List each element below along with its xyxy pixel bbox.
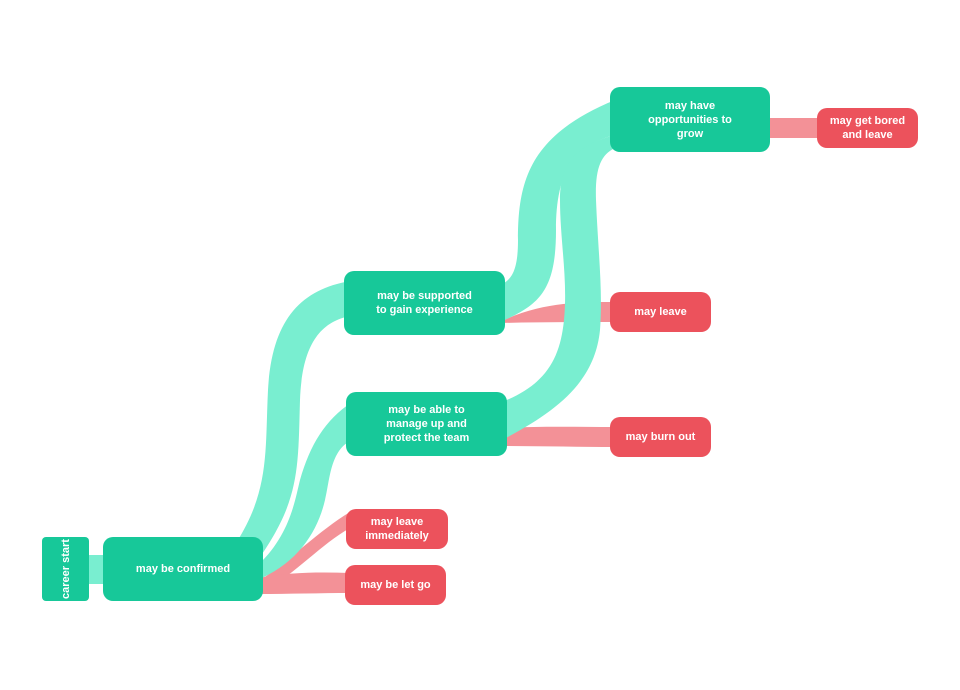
- node-label: may have opportunities to grow: [648, 99, 732, 140]
- node-career-start: career start: [42, 537, 89, 601]
- node-may-leave-immediately: may leave immediately: [346, 509, 448, 549]
- node-may-manage-up: may be able to manage up and protect the…: [346, 392, 507, 456]
- node-may-burn-out: may burn out: [610, 417, 711, 457]
- node-label: may leave: [634, 306, 687, 318]
- node-may-be-confirmed: may be confirmed: [103, 537, 263, 601]
- node-may-get-bored: may get bored and leave: [817, 108, 918, 148]
- node-may-have-opportunities: may have opportunities to grow: [610, 87, 770, 152]
- node-label: may be able to manage up and protect the…: [383, 404, 470, 444]
- node-label: may leave immediately: [365, 516, 429, 542]
- node-label: career start: [59, 539, 72, 599]
- node-label: may be let go: [360, 579, 431, 591]
- node-may-be-supported: may be supported to gain experience: [344, 271, 505, 335]
- node-label: may burn out: [625, 431, 696, 443]
- node-label: may be confirmed: [135, 563, 231, 575]
- node-may-leave: may leave: [610, 292, 711, 332]
- node-label: may get bored and leave: [829, 115, 906, 141]
- link-opportunities-to-bored: [765, 118, 822, 138]
- node-may-be-let-go: may be let go: [345, 565, 446, 605]
- node-label: may be supported to gain experience: [376, 290, 473, 316]
